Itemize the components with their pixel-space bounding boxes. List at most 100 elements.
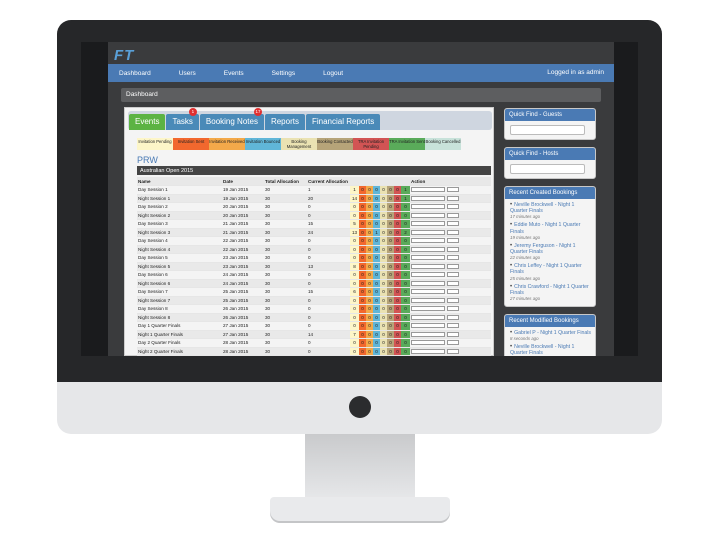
view-button[interactable] (447, 195, 459, 201)
view-button[interactable] (447, 289, 459, 295)
edit-booking-button[interactable] (411, 314, 445, 320)
view-button[interactable] (447, 280, 459, 286)
legend-item[interactable]: Invitation Bounced (245, 138, 281, 150)
tab-reports[interactable]: Reports (264, 114, 305, 130)
booking-link[interactable]: Chris Crawford - Night 1 Quarter Finals (510, 284, 589, 296)
edit-booking-button[interactable] (411, 187, 445, 193)
column-header[interactable]: Date (222, 177, 264, 186)
edit-booking-button[interactable] (411, 255, 445, 261)
table-row[interactable]: Night Session 5 23 Jan 2015 30 13 8 0 0 0 0 0 0 0 (137, 262, 491, 271)
table-row[interactable]: Night Session 6 24 Jan 2015 30 0 0 0 0 0 0 0 0 0 (137, 279, 491, 288)
booking-list-item[interactable]: • Chris Leffey - Night 1 Quarter Finals 25… (510, 263, 591, 280)
view-button[interactable] (447, 204, 459, 210)
table-row[interactable]: Day 2 Quarter Finals 28 Jan 2015 30 0 0 0 0 0 0 0… (137, 338, 491, 348)
view-button[interactable] (447, 221, 459, 227)
legend-item[interactable]: Booking Contacted (317, 138, 353, 150)
view-button[interactable] (447, 340, 459, 346)
edit-booking-button[interactable] (411, 340, 445, 346)
view-button[interactable] (447, 255, 459, 261)
table-row[interactable]: Day Session 7 25 Jan 2015 30 15 6 0 0 0 0 0 0 0 (137, 287, 491, 297)
edit-booking-button[interactable] (411, 238, 445, 244)
table-row[interactable]: Night Session 2 20 Jan 2015 30 0 0 0 0 0 0 0 0 0 (137, 211, 491, 220)
table-row[interactable]: Day Session 3 21 Jan 2015 30 15 5 0 0 0 0 0 0 0 (137, 219, 491, 229)
tab-events[interactable]: Events (129, 114, 166, 130)
booking-list-item[interactable]: • Eddie Muto - Night 1 Quarter Finals 19 m… (510, 222, 591, 239)
edit-booking-button[interactable] (411, 348, 445, 354)
table-row[interactable]: Night Session 8 26 Jan 2015 30 0 0 0 0 0 0 0 0 0 (137, 313, 491, 322)
edit-booking-button[interactable] (411, 297, 445, 303)
table-row[interactable]: Night 1 Quarter Finals 27 Jan 2015 30 14 7 0 0… (137, 330, 491, 339)
column-header[interactable]: Name (137, 177, 222, 186)
edit-booking-button[interactable] (411, 331, 445, 337)
booking-link[interactable]: Gabriel P - Night 1 Quarter Finals (514, 330, 591, 336)
view-button[interactable] (447, 331, 459, 337)
legend-item[interactable]: Invitation Pending (137, 138, 173, 150)
edit-booking-button[interactable] (411, 289, 445, 295)
table-row[interactable]: Night Session 7 25 Jan 2015 30 0 0 0 0 0 0 0 0 0 (137, 296, 491, 305)
view-button[interactable] (447, 314, 459, 320)
table-row[interactable]: Day Session 6 24 Jan 2015 30 0 0 0 0 0 0 0 0 0 (137, 270, 491, 280)
view-button[interactable] (447, 272, 459, 278)
table-row[interactable]: Day Session 5 23 Jan 2015 30 0 0 0 0 0 0 0 0 0 (137, 253, 491, 263)
table-row[interactable]: Night Session 1 19 Jan 2015 30 20 14 0 0 0 0 0 0 1 (137, 194, 491, 203)
legend-item[interactable]: Booking Management (281, 138, 317, 150)
table-row[interactable]: Day Session 1 19 Jan 2015 30 1 1 0 0 0 0 0 0 1 (137, 185, 491, 195)
edit-booking-button[interactable] (411, 272, 445, 278)
table-row[interactable]: Night Session 3 21 Jan 2015 30 24 13 0 0 1 0 0 0 2 (137, 228, 491, 237)
edit-booking-button[interactable] (411, 195, 445, 201)
view-button[interactable] (447, 187, 459, 193)
booking-list-item[interactable]: • Chris Crawford - Night 1 Quarter Finals… (510, 284, 591, 301)
legend-item[interactable]: Booking Cancelled (425, 138, 461, 150)
nav-link-dashboard[interactable]: Dashboard (119, 70, 151, 77)
legend-item[interactable]: TRA Invitation Pending (353, 138, 389, 150)
view-button[interactable] (447, 323, 459, 329)
edit-booking-button[interactable] (411, 229, 445, 235)
edit-booking-button[interactable] (411, 212, 445, 218)
app-logo[interactable]: FT (114, 47, 134, 64)
table-row[interactable]: Day Session 2 20 Jan 2015 30 0 0 0 0 0 0 0 0 0 (137, 202, 491, 212)
view-button[interactable] (447, 297, 459, 303)
edit-booking-button[interactable] (411, 306, 445, 312)
legend-item[interactable]: Invitation Received (209, 138, 245, 150)
view-button[interactable] (447, 212, 459, 218)
table-row[interactable]: Day Session 4 22 Jan 2015 30 0 0 0 0 0 0 0 0 0 (137, 236, 491, 246)
table-row[interactable]: Day Session 8 26 Jan 2015 30 0 0 0 0 0 0 0 0 0 (137, 304, 491, 314)
tab-financial-reports[interactable]: Financial Reports (305, 114, 381, 130)
legend-item[interactable]: Invitation Sent (173, 138, 209, 150)
booking-list-item[interactable]: • Jeremy Ferguson - Night 1 Quarter Final… (510, 243, 591, 260)
nav-link-events[interactable]: Events (224, 70, 244, 77)
view-button[interactable] (447, 306, 459, 312)
booking-list-item[interactable]: • Neville Brockwell - Night 1 Quarter Fin… (510, 202, 591, 219)
nav-link-settings[interactable]: Settings (272, 70, 296, 77)
guest-search-input[interactable] (510, 125, 585, 135)
view-button[interactable] (447, 238, 459, 244)
column-header[interactable]: Action (410, 177, 491, 186)
booking-link[interactable]: Neville Brockwell - Night 1 Quarter Fina… (510, 202, 574, 214)
booking-link[interactable]: Neville Brockwell - Night 1 Quarter Fina… (510, 344, 574, 356)
edit-booking-button[interactable] (411, 263, 445, 269)
booking-list-item[interactable]: • Gabriel P - Night 1 Quarter Finals 8 sec… (510, 330, 591, 341)
edit-booking-button[interactable] (411, 204, 445, 210)
tab-tasks[interactable]: Tasks 1 (166, 108, 199, 130)
tab-booking-notes[interactable]: Booking Notes 17 (199, 108, 264, 130)
view-button[interactable] (447, 348, 459, 354)
nav-link-users[interactable]: Users (179, 70, 196, 77)
edit-booking-button[interactable] (411, 280, 445, 286)
column-header[interactable]: Total Allocation (264, 177, 307, 186)
table-row[interactable]: Day 1 Quarter Finals 27 Jan 2015 30 0 0 0 0 0 0 0… (137, 321, 491, 331)
view-button[interactable] (447, 263, 459, 269)
booking-link[interactable]: Chris Leffey - Night 1 Quarter Finals (510, 263, 582, 275)
table-row[interactable]: Night 2 Quarter Finals 28 Jan 2015 30 0 0 0 0 0… (137, 347, 491, 356)
column-header[interactable]: Current Allocation (307, 177, 350, 186)
edit-booking-button[interactable] (411, 246, 445, 252)
view-button[interactable] (447, 229, 459, 235)
booking-list-item[interactable]: • Neville Brockwell - Night 1 Quarter Fin… (510, 344, 591, 356)
edit-booking-button[interactable] (411, 323, 445, 329)
nav-link-logout[interactable]: Logout (323, 70, 343, 77)
booking-link[interactable]: Jeremy Ferguson - Night 1 Quarter Finals (510, 243, 576, 255)
host-search-input[interactable] (510, 164, 585, 174)
edit-booking-button[interactable] (411, 221, 445, 227)
booking-link[interactable]: Eddie Muto - Night 1 Quarter Finals (510, 222, 580, 234)
legend-item[interactable]: TRA Invitation Sent (389, 138, 425, 150)
view-button[interactable] (447, 246, 459, 252)
